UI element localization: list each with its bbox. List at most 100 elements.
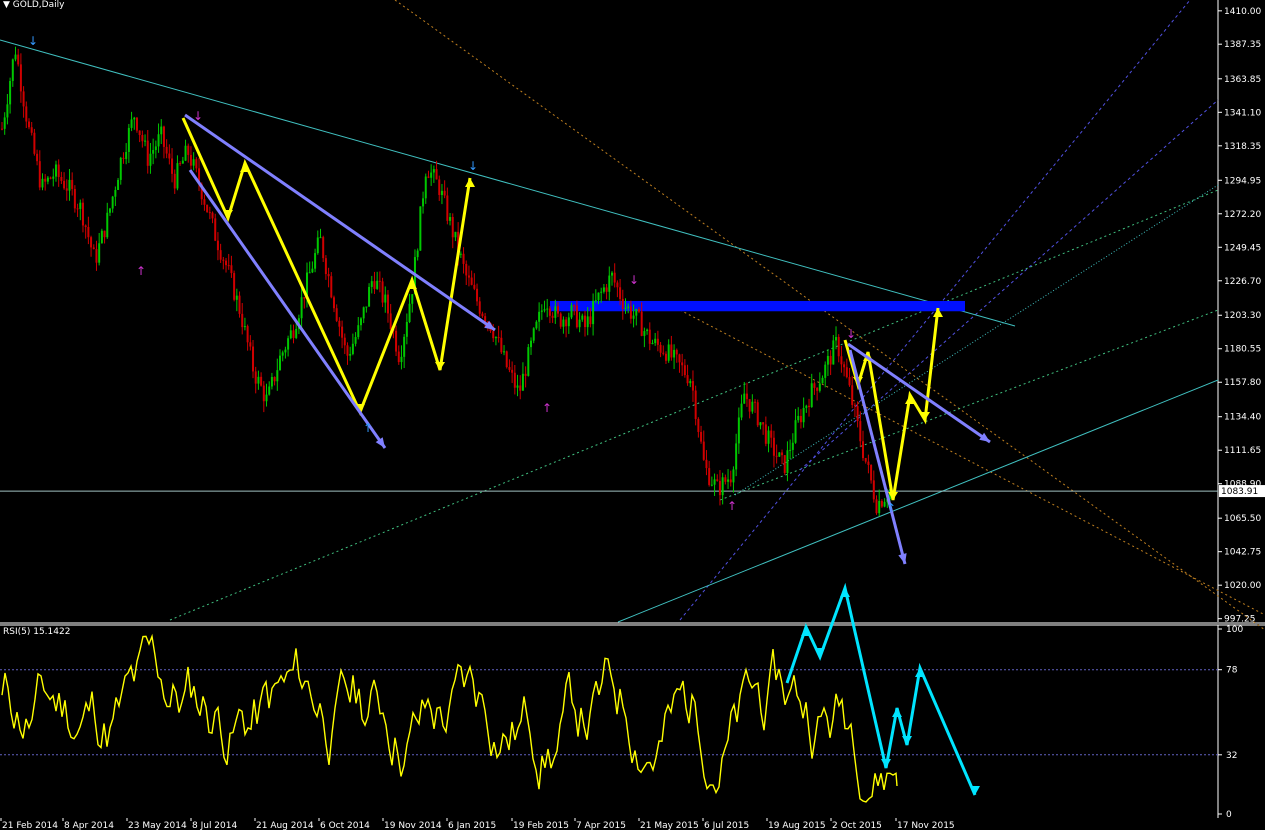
candle-body bbox=[368, 286, 371, 307]
long-term-trendline bbox=[0, 39, 1016, 327]
candle-body bbox=[389, 313, 392, 329]
forecast-arrowhead bbox=[840, 588, 850, 597]
candle-body bbox=[152, 150, 155, 154]
candle-body bbox=[351, 343, 354, 354]
fractal-down-arrow-icon: ↓ bbox=[468, 159, 478, 173]
candle-body bbox=[440, 190, 443, 195]
candle-body bbox=[543, 309, 546, 311]
candle-body bbox=[794, 420, 797, 443]
candle-body bbox=[511, 369, 514, 373]
candle-body bbox=[52, 176, 55, 179]
price-tick-label: 1341.10 bbox=[1224, 108, 1261, 118]
candle-body bbox=[395, 330, 398, 352]
candle-body bbox=[11, 59, 14, 82]
candle-body bbox=[181, 160, 184, 164]
candle-body bbox=[689, 381, 692, 384]
candle-body bbox=[206, 204, 209, 213]
price-tick-label: 1226.70 bbox=[1224, 277, 1261, 287]
candle-body bbox=[386, 294, 389, 314]
candle-body bbox=[610, 272, 613, 276]
candle-body bbox=[797, 415, 800, 421]
candle-body bbox=[384, 294, 387, 303]
price-tick-label: 1157.80 bbox=[1224, 378, 1261, 388]
candles bbox=[1, 46, 891, 517]
candle-body bbox=[111, 196, 114, 209]
candle-body bbox=[68, 179, 71, 191]
candle-body bbox=[235, 295, 238, 300]
candle-body bbox=[257, 376, 260, 384]
price-tick-label: 1042.75 bbox=[1224, 548, 1261, 558]
candle-body bbox=[79, 202, 82, 209]
candle-body bbox=[87, 226, 90, 238]
candle-body bbox=[327, 274, 330, 277]
candle-body bbox=[783, 455, 786, 473]
candle-body bbox=[106, 212, 109, 238]
candle-body bbox=[862, 441, 865, 459]
candle-body bbox=[754, 401, 757, 403]
candle-body bbox=[578, 319, 581, 328]
candle-body bbox=[179, 163, 182, 165]
candle-body bbox=[840, 356, 843, 365]
channel-upper-line bbox=[734, 184, 1219, 496]
candle-body bbox=[216, 240, 219, 251]
candle-body bbox=[117, 179, 120, 190]
candle-body bbox=[592, 300, 595, 325]
candle-body bbox=[189, 154, 192, 166]
candle-body bbox=[551, 315, 554, 318]
candle-body bbox=[300, 297, 303, 319]
candle-body bbox=[335, 308, 338, 321]
candle-body bbox=[149, 153, 152, 166]
candle-body bbox=[38, 161, 41, 188]
candle-body bbox=[851, 385, 854, 405]
candle-body bbox=[708, 468, 711, 485]
zigzag-arrowhead bbox=[465, 178, 475, 187]
candle-body bbox=[192, 159, 195, 166]
candle-body bbox=[279, 355, 282, 371]
candle-body bbox=[408, 303, 411, 322]
candle-body bbox=[262, 385, 265, 402]
candle-body bbox=[311, 268, 314, 273]
candle-body bbox=[227, 265, 230, 267]
candle-body bbox=[735, 443, 738, 470]
candle-body bbox=[521, 373, 524, 391]
candle-body bbox=[662, 352, 665, 354]
price-tick-label: 1294.95 bbox=[1224, 176, 1261, 186]
candle-body bbox=[557, 306, 560, 314]
candle-body bbox=[138, 130, 141, 136]
candle-body bbox=[538, 311, 541, 322]
candle-body bbox=[284, 349, 287, 353]
candle-body bbox=[462, 253, 465, 264]
candle-body bbox=[17, 54, 20, 65]
candle-body bbox=[875, 499, 878, 514]
candle-body bbox=[691, 381, 694, 391]
candle-body bbox=[767, 430, 770, 444]
candle-body bbox=[845, 367, 848, 378]
candle-body bbox=[130, 119, 133, 128]
candle-body bbox=[519, 385, 522, 391]
candle-body bbox=[162, 126, 165, 147]
candle-body bbox=[341, 326, 344, 338]
candle-body bbox=[632, 315, 635, 319]
date-tick-label: 7 Apr 2015 bbox=[576, 821, 626, 830]
candle-body bbox=[349, 353, 352, 356]
candle-body bbox=[176, 163, 179, 189]
candle-body bbox=[770, 430, 773, 438]
candle-body bbox=[494, 337, 497, 339]
candle-body bbox=[478, 301, 481, 314]
candle-body bbox=[314, 253, 317, 269]
candle-body bbox=[122, 157, 125, 159]
chart-canvas[interactable]: 1410.00 1387.35 1363.85 1341.10 1318.35 1294.… bbox=[0, 0, 1265, 830]
candle-body bbox=[451, 217, 454, 238]
candle-body bbox=[246, 326, 249, 343]
fractal-up-arrow-icon: ↑ bbox=[727, 499, 737, 513]
candle-body bbox=[127, 127, 130, 152]
candle-body bbox=[775, 455, 778, 457]
candle-body bbox=[187, 145, 190, 155]
title-dropdown-icon[interactable]: ▼ bbox=[3, 0, 10, 10]
candle-body bbox=[430, 172, 433, 178]
candle-body bbox=[789, 449, 792, 451]
candle-body bbox=[546, 308, 549, 310]
candle-body bbox=[864, 458, 867, 462]
candle-body bbox=[373, 281, 376, 289]
candle-body bbox=[268, 386, 271, 395]
